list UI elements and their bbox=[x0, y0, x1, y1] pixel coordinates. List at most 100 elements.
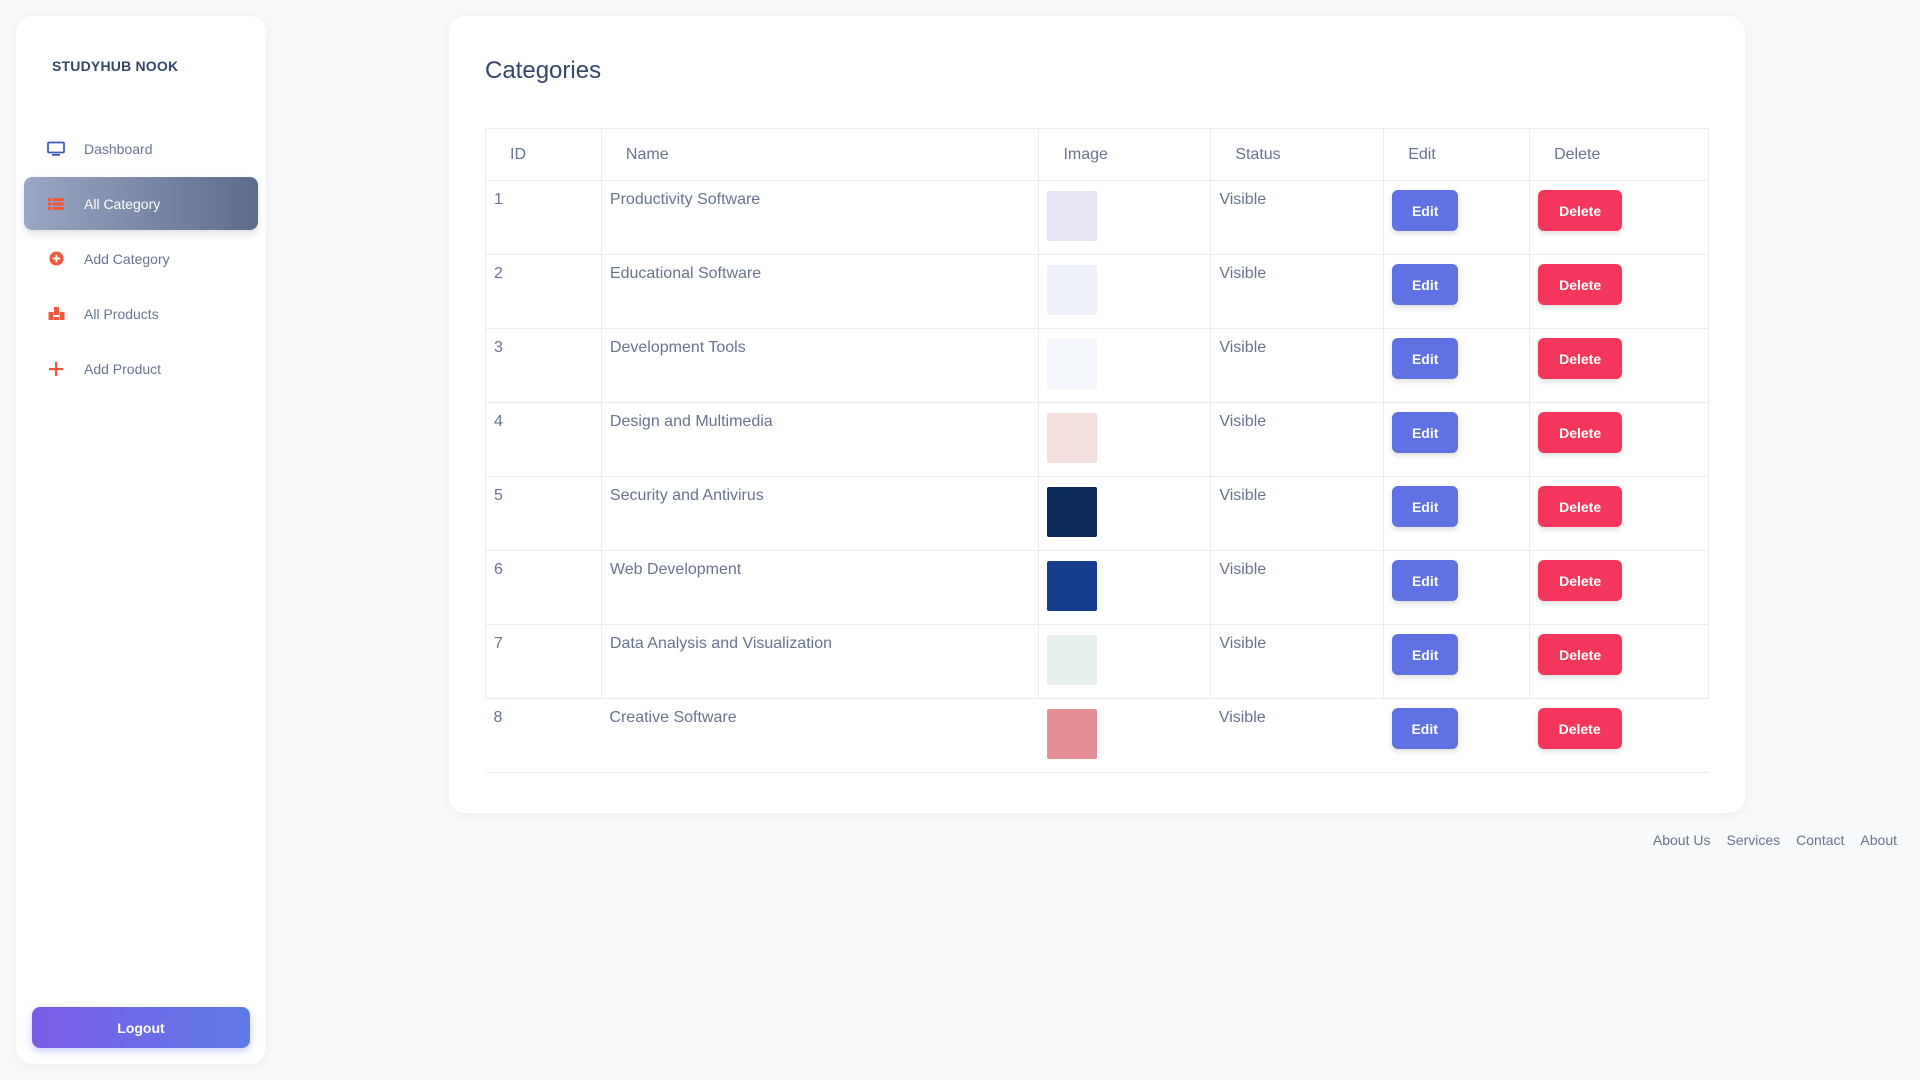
table-header-row: ID Name Image Status Edit Delete bbox=[485, 128, 1709, 181]
cell-delete: Delete bbox=[1529, 402, 1709, 477]
edit-button[interactable]: Edit bbox=[1392, 190, 1459, 231]
cell-delete: Delete bbox=[1529, 180, 1709, 255]
header-id: ID bbox=[485, 128, 602, 181]
category-thumbnail bbox=[1047, 487, 1098, 537]
table-row: 6 Web Development Visible Edit Delete bbox=[485, 550, 1709, 625]
sidebar-item-add-category[interactable]: Add Category bbox=[24, 232, 258, 285]
footer-link-about[interactable]: About bbox=[1860, 832, 1897, 848]
cell-status: Visible bbox=[1210, 698, 1384, 773]
cell-delete: Delete bbox=[1529, 254, 1709, 329]
cell-name: Data Analysis and Visualization bbox=[600, 624, 1040, 699]
cell-edit: Edit bbox=[1383, 180, 1531, 255]
category-thumbnail bbox=[1046, 709, 1097, 759]
sidebar-item-label: Dashboard bbox=[84, 140, 153, 157]
cell-name: Educational Software bbox=[600, 254, 1040, 329]
cell-delete: Delete bbox=[1529, 476, 1709, 551]
cell-status: Visible bbox=[1210, 402, 1385, 477]
cell-image bbox=[1038, 180, 1212, 255]
footer-link-contact[interactable]: Contact bbox=[1796, 832, 1844, 848]
delete-button[interactable]: Delete bbox=[1538, 190, 1623, 231]
footer-link-about-us[interactable]: About Us bbox=[1653, 832, 1711, 848]
table-row: 1 Productivity Software Visible Edit Delete bbox=[485, 180, 1709, 255]
table-row: 3 Development Tools Visible Edit Delete bbox=[485, 328, 1709, 403]
delete-button[interactable]: Delete bbox=[1538, 560, 1623, 601]
cell-status: Visible bbox=[1210, 180, 1385, 255]
cell-id: 7 bbox=[485, 624, 602, 699]
edit-button[interactable]: Edit bbox=[1392, 560, 1459, 601]
sidebar-item-label: All Products bbox=[84, 305, 159, 322]
header-name: Name bbox=[600, 128, 1040, 181]
delete-button[interactable]: Delete bbox=[1538, 634, 1623, 675]
delete-button[interactable]: Delete bbox=[1538, 264, 1623, 305]
boxes-icon bbox=[46, 304, 66, 324]
cell-delete: Delete bbox=[1529, 550, 1709, 625]
cell-edit: Edit bbox=[1383, 698, 1530, 773]
delete-button[interactable]: Delete bbox=[1537, 708, 1622, 749]
category-thumbnail bbox=[1047, 413, 1098, 463]
cell-id: 4 bbox=[485, 402, 602, 477]
plus-icon bbox=[46, 359, 66, 379]
cell-id: 3 bbox=[485, 328, 602, 403]
cell-status: Visible bbox=[1210, 550, 1385, 625]
footer-link-services[interactable]: Services bbox=[1726, 832, 1780, 848]
cell-edit: Edit bbox=[1383, 550, 1531, 625]
sidebar-nav: Dashboard All Category Add Category All … bbox=[24, 122, 258, 397]
edit-button[interactable]: Edit bbox=[1392, 264, 1459, 305]
delete-button[interactable]: Delete bbox=[1538, 486, 1623, 527]
cell-image bbox=[1038, 328, 1212, 403]
cell-image bbox=[1038, 624, 1212, 699]
cell-id: 2 bbox=[485, 254, 602, 329]
brand-name: STUDYHUB NOOK bbox=[52, 58, 179, 74]
edit-button[interactable]: Edit bbox=[1391, 708, 1458, 749]
cell-name: Security and Antivirus bbox=[600, 476, 1040, 551]
category-thumbnail bbox=[1047, 191, 1098, 241]
delete-button[interactable]: Delete bbox=[1538, 338, 1623, 379]
sidebar-item-dashboard[interactable]: Dashboard bbox=[24, 122, 258, 175]
cell-status: Visible bbox=[1210, 476, 1385, 551]
cell-name: Design and Multimedia bbox=[600, 402, 1040, 477]
cell-image bbox=[1038, 476, 1212, 551]
table-row: 4 Design and Multimedia Visible Edit Delete bbox=[485, 402, 1709, 477]
edit-button[interactable]: Edit bbox=[1392, 412, 1459, 453]
cell-edit: Edit bbox=[1383, 254, 1531, 329]
sidebar-item-all-products[interactable]: All Products bbox=[24, 287, 258, 340]
sidebar-item-label: Add Product bbox=[84, 360, 162, 377]
edit-button[interactable]: Edit bbox=[1392, 486, 1459, 527]
cell-name: Development Tools bbox=[600, 328, 1040, 403]
header-edit: Edit bbox=[1383, 128, 1531, 181]
category-thumbnail bbox=[1047, 339, 1098, 389]
category-thumbnail bbox=[1047, 635, 1098, 685]
header-status: Status bbox=[1210, 128, 1385, 181]
header-image: Image bbox=[1038, 128, 1212, 181]
sidebar-item-label: Add Category bbox=[84, 250, 170, 267]
table-row: 8 Creative Software Visible Edit Delete bbox=[485, 698, 1709, 773]
category-thumbnail bbox=[1047, 561, 1098, 611]
monitor-icon bbox=[46, 139, 66, 159]
categories-table: ID Name Image Status Edit Delete 1 Produc… bbox=[485, 128, 1709, 773]
logout-button[interactable]: Logout bbox=[32, 1007, 250, 1048]
edit-button[interactable]: Edit bbox=[1392, 634, 1459, 675]
cell-id: 8 bbox=[485, 698, 602, 773]
cell-edit: Edit bbox=[1383, 402, 1531, 477]
delete-button[interactable]: Delete bbox=[1538, 412, 1623, 453]
edit-button[interactable]: Edit bbox=[1392, 338, 1459, 379]
cell-status: Visible bbox=[1210, 624, 1385, 699]
table-row: 2 Educational Software Visible Edit Delete bbox=[485, 254, 1709, 329]
cell-name: Web Development bbox=[600, 550, 1040, 625]
page-title: Categories bbox=[485, 57, 602, 84]
cell-image bbox=[1038, 550, 1212, 625]
plus-circle-icon bbox=[46, 249, 66, 269]
sidebar-item-add-product[interactable]: Add Product bbox=[24, 342, 258, 395]
table-body: 1 Productivity Software Visible Edit Delete 2… bbox=[485, 180, 1709, 773]
list-icon bbox=[46, 194, 66, 214]
cell-image bbox=[1038, 698, 1211, 773]
cell-edit: Edit bbox=[1383, 476, 1531, 551]
table-row: 5 Security and Antivirus Visible Edit Delete bbox=[485, 476, 1709, 551]
cell-id: 5 bbox=[485, 476, 602, 551]
sidebar: STUDYHUB NOOK Dashboard All Category Add… bbox=[16, 16, 266, 1064]
cell-image bbox=[1038, 402, 1212, 477]
sidebar-item-all-category[interactable]: All Category bbox=[24, 177, 258, 230]
cell-edit: Edit bbox=[1383, 328, 1531, 403]
sidebar-item-label: All Category bbox=[84, 195, 161, 212]
cell-id: 6 bbox=[485, 550, 602, 625]
